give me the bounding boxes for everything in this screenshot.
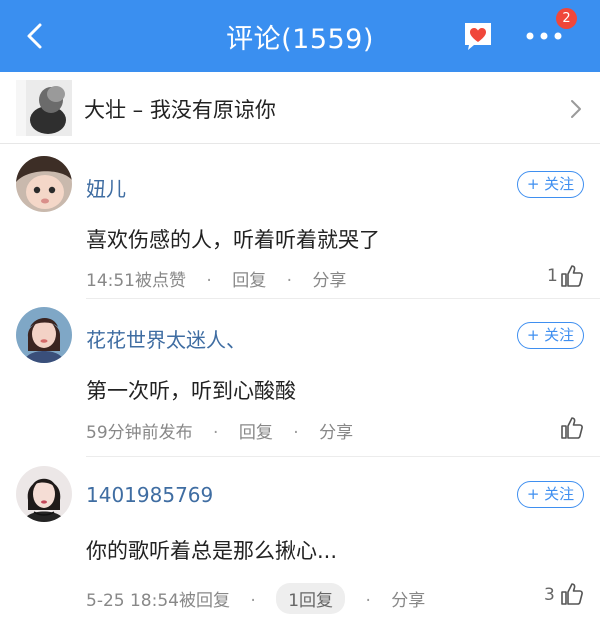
like-count: 1 <box>547 266 558 286</box>
comment-item: 1401985769 + 关注 你的歌听着总是那么揪心... 5-25 18:5… <box>0 457 600 631</box>
reply-button[interactable]: 回复 <box>239 418 273 443</box>
share-button[interactable]: 分享 <box>391 586 425 611</box>
thumbs-up-icon[interactable] <box>560 416 584 440</box>
thumbs-up-icon[interactable] <box>560 582 584 606</box>
comment-username[interactable]: 妞儿 <box>86 173 126 202</box>
separator-dot: · <box>365 591 371 611</box>
comment-time: 59分钟前发布 <box>86 423 193 443</box>
comment-item: 花花世界太迷人、 + 关注 第一次听，听到心酸酸 59分钟前发布 · 回复 · … <box>0 299 600 457</box>
notification-badge: 2 <box>556 8 577 29</box>
follow-button[interactable]: + 关注 <box>517 171 584 198</box>
reply-button[interactable]: 回复 <box>232 266 266 291</box>
share-button[interactable]: 分享 <box>319 418 353 443</box>
comment-text: 你的歌听着总是那么揪心... <box>86 539 338 563</box>
comment-time: 14:51被点赞 <box>86 271 186 291</box>
comment-username[interactable]: 花花世界太迷人、 <box>86 324 246 353</box>
separator-dot: · <box>286 271 293 291</box>
avatar[interactable] <box>16 466 72 522</box>
comment-username[interactable]: 1401985769 <box>86 483 213 507</box>
separator-dot: · <box>213 423 219 443</box>
separator-dot: · <box>250 591 256 611</box>
comment-time: 5-25 18:54被回复 <box>86 591 230 611</box>
share-button[interactable]: 分享 <box>312 266 346 291</box>
song-title: 大壮 – 我没有原谅你 <box>84 98 276 122</box>
comment-item: 妞儿 + 关注 喜欢伤感的人，听着听着就哭了 14:51被点赞 · 回复 · 分… <box>0 144 600 299</box>
comment-meta: 14:51被点赞 · 回复 · 分享 <box>86 266 346 291</box>
separator-dot: · <box>293 423 299 443</box>
thumbs-up-icon[interactable] <box>560 264 584 288</box>
top-bar: 评论(1559) 2 <box>0 0 600 72</box>
comment-text: 第一次听，听到心酸酸 <box>86 379 296 403</box>
comment-text: 喜欢伤感的人，听着听着就哭了 <box>86 228 380 252</box>
comment-meta: 5-25 18:54被回复 · 1回复 · 分享 <box>86 583 425 614</box>
follow-button[interactable]: + 关注 <box>517 481 584 508</box>
page-title: 评论(1559) <box>226 24 374 55</box>
avatar[interactable] <box>16 307 72 363</box>
avatar[interactable] <box>16 156 72 212</box>
like-count: 3 <box>544 585 555 605</box>
more-dots-icon[interactable] <box>524 30 564 42</box>
song-row[interactable]: 大壮 – 我没有原谅你 <box>0 72 600 144</box>
comment-meta: 59分钟前发布 · 回复 · 分享 <box>86 418 353 443</box>
heart-icon[interactable] <box>461 19 495 53</box>
reply-count-button[interactable]: 1回复 <box>276 583 346 614</box>
follow-button[interactable]: + 关注 <box>517 322 584 349</box>
separator-dot: · <box>206 271 212 291</box>
chevron-right-icon <box>571 100 581 118</box>
album-cover <box>16 80 72 136</box>
